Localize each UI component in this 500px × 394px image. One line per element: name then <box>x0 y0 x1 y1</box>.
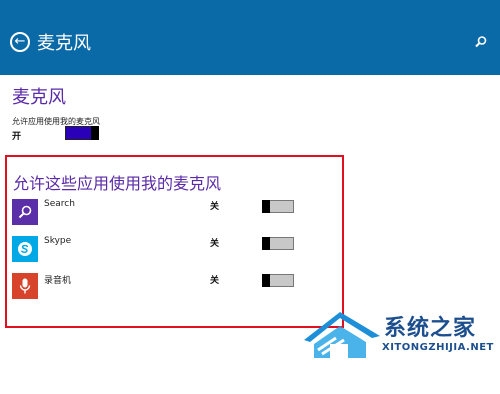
app-toggle-skype[interactable] <box>262 237 294 250</box>
app-row-recorder: 录音机 关 <box>12 273 312 299</box>
toggle-knob <box>262 274 270 287</box>
search-button[interactable] <box>474 34 488 48</box>
app-row-search: Search 关 <box>12 199 312 225</box>
watermark-text-cn: 系统之家 <box>384 316 477 341</box>
toggle-knob <box>262 237 270 250</box>
app-name: Skype <box>44 236 72 246</box>
app-name: Search <box>44 199 75 209</box>
back-button[interactable]: ← <box>10 32 30 52</box>
page-title: 麦克风 <box>37 33 91 54</box>
section-title: 麦克风 <box>12 87 66 108</box>
app-toggle-search[interactable] <box>262 200 294 213</box>
app-row-skype: Skype 关 <box>12 236 312 262</box>
search-icon <box>475 36 487 48</box>
apps-section-title: 允许这些应用使用我的麦克风 <box>13 174 222 193</box>
allow-apps-toggle[interactable] <box>65 126 99 140</box>
house-logo-icon <box>304 312 380 358</box>
back-arrow-icon: ← <box>14 34 26 49</box>
app-state: 关 <box>210 239 220 249</box>
app-toggle-recorder[interactable] <box>262 274 294 287</box>
search-icon <box>12 199 38 225</box>
microphone-icon <box>12 273 38 299</box>
watermark: 系统之家 XITONGZHIJIA.NET <box>300 300 500 390</box>
toggle-knob <box>91 126 99 140</box>
app-header: ← 麦克风 <box>0 0 500 75</box>
skype-icon <box>12 236 38 262</box>
app-name: 录音机 <box>44 276 72 286</box>
app-state: 关 <box>210 276 220 286</box>
app-state: 关 <box>210 202 220 212</box>
allow-apps-state: 开 <box>12 132 22 142</box>
watermark-text-en: XITONGZHIJIA.NET <box>382 342 494 353</box>
toggle-knob <box>262 200 270 213</box>
